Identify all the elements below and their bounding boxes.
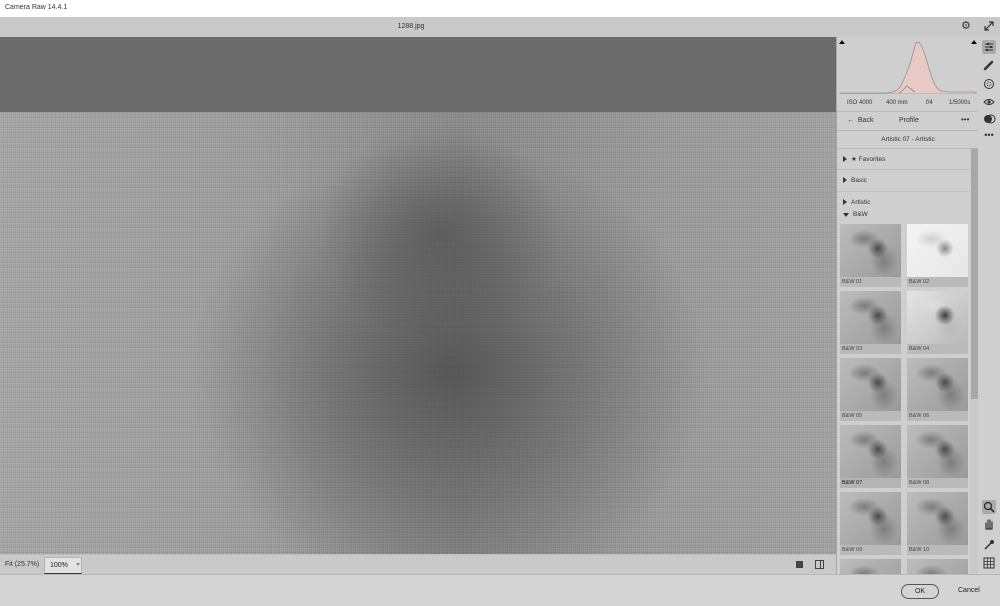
profile-thumbnail-label: B&W 01 <box>840 277 901 287</box>
chevron-right-icon <box>843 156 847 162</box>
profile-thumbnail[interactable] <box>907 425 968 478</box>
red-eye-icon[interactable] <box>982 95 996 109</box>
presets-icon[interactable] <box>982 112 996 126</box>
group-bw[interactable]: B&W <box>843 211 868 218</box>
file-bar: 1288.jpg <box>0 17 1000 37</box>
arrow-left-icon: ← <box>847 117 854 124</box>
focal-length-value: 400 mm <box>886 100 908 106</box>
chevron-down-icon <box>843 213 849 217</box>
profile-thumbnail-label: B&W 08 <box>907 478 968 488</box>
profile-title: Profile <box>899 117 919 124</box>
cancel-button[interactable]: Cancel <box>958 587 980 594</box>
hand-icon[interactable] <box>982 517 996 531</box>
profile-thumbnail[interactable] <box>907 559 968 574</box>
fullscreen-icon[interactable] <box>984 21 994 31</box>
profile-thumbnail[interactable] <box>907 291 968 344</box>
group-label: B&W <box>853 211 868 218</box>
fit-zoom-option[interactable]: Fit (25.7%) <box>5 561 39 568</box>
group-favorites[interactable]: ★ Favorites <box>843 155 885 163</box>
current-profile-name: Artistic 07 - Artistic <box>881 136 935 143</box>
photo-preview[interactable] <box>0 112 836 554</box>
masking-icon[interactable] <box>982 77 996 91</box>
healing-brush-icon[interactable] <box>982 58 996 72</box>
histogram-graph <box>839 41 977 94</box>
group-label: Basic <box>851 177 867 184</box>
status-bar: Fit (25.7%) 100% <box>0 554 836 575</box>
image-canvas[interactable] <box>0 37 836 554</box>
zoom-icon[interactable] <box>982 500 996 514</box>
title-bar: Camera Raw 14.4.1 <box>0 0 1000 18</box>
profile-thumbnail-label: B&W 06 <box>907 411 968 421</box>
profile-thumbnail[interactable] <box>907 358 968 411</box>
current-profile: Artistic 07 - Artistic <box>837 131 979 149</box>
back-label: Back <box>857 117 874 124</box>
shutter-speed-value: 1/5000s <box>949 100 971 106</box>
color-sampler-icon[interactable] <box>982 538 996 552</box>
chevron-right-icon <box>843 177 847 183</box>
aperture-value: f/4 <box>926 100 933 106</box>
chevron-right-icon <box>843 199 847 205</box>
profile-thumbnail[interactable] <box>840 559 901 574</box>
grid-icon[interactable] <box>982 556 996 570</box>
tool-strip: ••• <box>978 37 1000 574</box>
profile-thumbnail-label: B&W 05 <box>840 411 901 421</box>
group-label: Artistic <box>851 199 871 206</box>
profile-header: ← Back Profile ••• <box>837 112 979 131</box>
zoom-level-select[interactable]: 100% <box>44 557 82 574</box>
divider <box>837 169 969 170</box>
right-panel: ISO 4000 400 mm f/4 1/5000s ← Back Profi… <box>836 37 979 574</box>
profile-thumbnail-label: B&W 04 <box>907 344 968 354</box>
settings-gear-icon[interactable]: ⚙ <box>961 21 972 32</box>
profile-thumbnail[interactable] <box>840 291 901 344</box>
file-name: 1288.jpg <box>397 23 425 30</box>
edit-sliders-icon[interactable] <box>982 40 996 54</box>
profile-thumbnail-label: B&W 10 <box>907 545 968 555</box>
dialog-footer: OK Cancel <box>0 574 1000 606</box>
back-button[interactable]: ← Back <box>847 117 873 124</box>
profile-browser: ★ Favorites Basic Artistic B&W B&W 01 B&… <box>837 149 979 574</box>
profile-thumbnail-label: B&W 02 <box>907 277 968 287</box>
profile-thumbnail-selected[interactable] <box>840 425 901 478</box>
exif-info: ISO 4000 400 mm f/4 1/5000s <box>837 94 979 112</box>
single-view-icon[interactable] <box>796 561 803 568</box>
profile-thumbnail[interactable] <box>907 492 968 545</box>
more-icon[interactable]: ••• <box>982 128 996 142</box>
iso-value: ISO 4000 <box>847 100 873 106</box>
zoom-level-value: 100% <box>50 562 68 569</box>
ok-button[interactable]: OK <box>901 584 939 599</box>
star-icon: ★ <box>851 156 857 163</box>
profile-thumbnail-label: B&W 09 <box>840 545 901 555</box>
profile-thumbnail-label: B&W 03 <box>840 344 901 354</box>
group-label: Favorites <box>858 156 886 163</box>
group-basic[interactable]: Basic <box>843 177 867 184</box>
profile-thumbnail[interactable] <box>840 224 901 277</box>
profile-thumbnail[interactable] <box>840 358 901 411</box>
histogram <box>837 37 979 94</box>
profile-thumbnail[interactable] <box>907 224 968 277</box>
before-after-icon[interactable] <box>815 560 824 569</box>
profile-thumbnail-label: B&W 07 <box>840 478 901 488</box>
window-title: Camera Raw 14.4.1 <box>5 4 68 11</box>
profile-thumbnail[interactable] <box>840 492 901 545</box>
scrollbar-thumb[interactable] <box>971 149 978 399</box>
divider <box>837 191 969 192</box>
more-options-icon[interactable]: ••• <box>961 115 969 124</box>
chevron-down-icon <box>76 563 80 566</box>
group-artistic[interactable]: Artistic <box>843 199 871 206</box>
